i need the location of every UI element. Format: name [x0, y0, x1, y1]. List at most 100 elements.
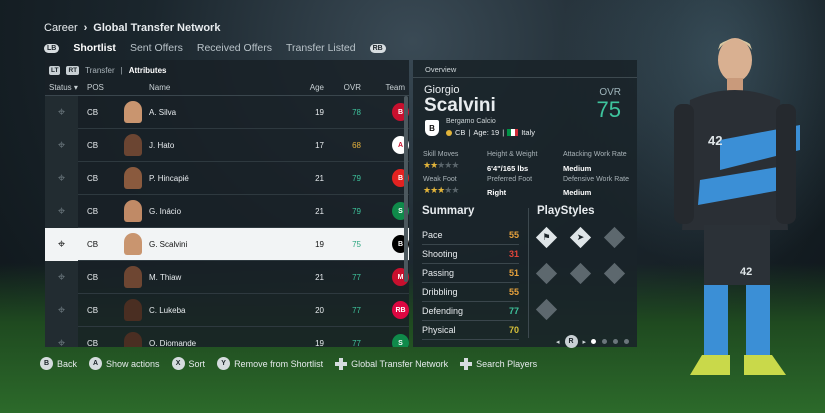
summary-row: Dribbling 55 [422, 283, 519, 302]
x-button-icon: X [171, 357, 185, 370]
player-figure: 42 42 [674, 38, 800, 375]
playstyle-empty-slot-icon[interactable] [535, 298, 558, 321]
attacking-wr-value: Medium [563, 164, 592, 173]
scout-binoculars-icon: ⌖ [45, 227, 78, 261]
table-row[interactable]: ⌖ CB O. Diomande 19 77 S [45, 326, 409, 348]
summary-value: 51 [508, 268, 519, 278]
table-row[interactable]: ⌖ CB A. Silva 19 78 B [45, 95, 409, 129]
club-crest-icon: B [425, 120, 439, 136]
hint-remove-from-shortlist[interactable]: Y Remove from Shortlist [217, 357, 323, 370]
tab-transfer-listed[interactable]: Transfer Listed [286, 42, 356, 54]
subtab-bar: LT RT Transfer | Attributes [45, 60, 409, 80]
avatar [116, 134, 149, 156]
hint-global-transfer-network[interactable]: Global Transfer Network [335, 357, 449, 370]
name-cell: O. Diomande [149, 338, 197, 348]
playstyle-empty-slot-icon[interactable] [535, 262, 558, 285]
tab-received-offers[interactable]: Received Offers [197, 42, 272, 54]
dpad-icon [460, 357, 473, 370]
team-cell: RB [361, 301, 409, 319]
breadcrumb-current: Global Transfer Network [93, 22, 221, 34]
page-dot[interactable] [613, 339, 619, 344]
col-pos: POS [87, 83, 104, 92]
playstyles-title: PlayStyles [537, 205, 595, 217]
lb-button-icon[interactable]: LB [44, 43, 60, 53]
status-cell: ⌖ [45, 128, 78, 162]
club-name: Bergamo Calcio [446, 118, 496, 125]
name-cell: G. Inácio [149, 206, 182, 216]
rb-button-icon[interactable]: RB [369, 43, 386, 53]
playstyle-anticipate-icon[interactable]: ➤ [569, 226, 592, 249]
summary-label: Pace [422, 230, 443, 240]
subtab-attributes[interactable]: Attributes [129, 66, 167, 75]
hint-label: Global Transfer Network [351, 358, 449, 369]
playstyle-empty-slot-icon[interactable] [603, 262, 626, 285]
player-last-name: Scalvini [424, 95, 496, 116]
player-nation: Italy [521, 128, 535, 137]
scout-binoculars-icon: ⌖ [45, 260, 78, 294]
tab-shortlist[interactable]: Shortlist [73, 42, 116, 54]
age-cell: 21 [315, 272, 324, 282]
skill-moves-label: Skill Moves [423, 151, 459, 158]
b-button-icon: B [40, 357, 53, 370]
table-row[interactable]: ⌖ CB G. Scalvini 19 75 B [45, 227, 409, 261]
col-ovr: OVR [343, 83, 361, 92]
playstyle-empty-slot-icon[interactable] [569, 262, 592, 285]
svg-text:42: 42 [740, 266, 752, 278]
team-cell: B [361, 235, 409, 253]
page-dot[interactable] [591, 339, 597, 344]
hint-show-actions[interactable]: A Show actions [89, 357, 160, 370]
avatar [116, 299, 149, 321]
rt-button-icon[interactable]: RT [66, 65, 80, 75]
table-row[interactable]: ⌖ CB C. Lukeba 20 77 RB [45, 293, 409, 327]
name-cell: M. Thiaw [149, 272, 182, 282]
team-cell: A [361, 136, 409, 154]
tab-bar: LB Shortlist Sent Offers Received Offers… [44, 42, 386, 54]
hint-back[interactable]: B Back [40, 357, 77, 370]
col-team: Team [385, 83, 405, 92]
breadcrumb-root[interactable]: Career [44, 22, 78, 34]
status-cell: ⌖ [45, 194, 78, 228]
summary-label: Passing [422, 268, 455, 278]
table-row[interactable]: ⌖ CB G. Inácio 21 79 S [45, 194, 409, 228]
age-cell: 17 [315, 140, 324, 150]
summary-label: Shooting [422, 249, 458, 259]
hint-search-players[interactable]: Search Players [460, 357, 537, 370]
playstyle-empty-slot-icon[interactable] [603, 226, 626, 249]
weak-foot-label: Weak Foot [423, 176, 457, 183]
chevron-right-icon[interactable]: ▸ [583, 338, 587, 346]
chevron-right-icon: › [83, 22, 88, 34]
breadcrumb: Career › Global Transfer Network [44, 22, 220, 34]
page-dots [591, 339, 630, 344]
subtab-transfer[interactable]: Transfer [85, 66, 115, 75]
weak-foot-stars: ★★★★★ [423, 185, 459, 195]
ovr-cell: 77 [352, 305, 361, 315]
lt-button-icon[interactable]: LT [49, 65, 61, 75]
hint-label: Back [57, 358, 78, 369]
team-cell: S [361, 334, 409, 347]
list-scrollbar[interactable] [404, 96, 408, 282]
tab-sent-offers[interactable]: Sent Offers [130, 42, 183, 54]
playstyle-block-icon[interactable]: ⚑ [535, 226, 558, 249]
avatar [116, 233, 149, 255]
subtab-divider: | [120, 65, 123, 75]
preferred-foot-value: Right [487, 188, 507, 197]
name-cell: P. Hincapié [149, 173, 189, 183]
table-row[interactable]: ⌖ CB M. Thiaw 21 77 M [45, 260, 409, 294]
name-cell: J. Hato [149, 140, 175, 150]
chevron-left-icon[interactable]: ◂ [556, 338, 560, 346]
col-status[interactable]: Status ▾ [45, 83, 78, 92]
page-dot[interactable] [602, 339, 608, 344]
r-stick-icon[interactable]: R [564, 335, 578, 348]
overview-pager: ◂ R ▸ [556, 335, 630, 348]
summary-row: Pace 55 [422, 226, 519, 245]
page-dot[interactable] [624, 339, 630, 344]
dpad-icon [335, 357, 348, 370]
age-cell: 19 [315, 338, 324, 348]
table-row[interactable]: ⌖ CB J. Hato 17 68 A [45, 128, 409, 162]
table-row[interactable]: ⌖ CB P. Hincapié 21 79 B [45, 161, 409, 195]
summary-row: Shooting 31 [422, 245, 519, 264]
hint-sort[interactable]: X Sort [171, 357, 205, 370]
italy-flag-icon [507, 129, 519, 136]
status-cell: ⌖ [45, 260, 78, 294]
summary-row: Defending 77 [422, 302, 519, 321]
